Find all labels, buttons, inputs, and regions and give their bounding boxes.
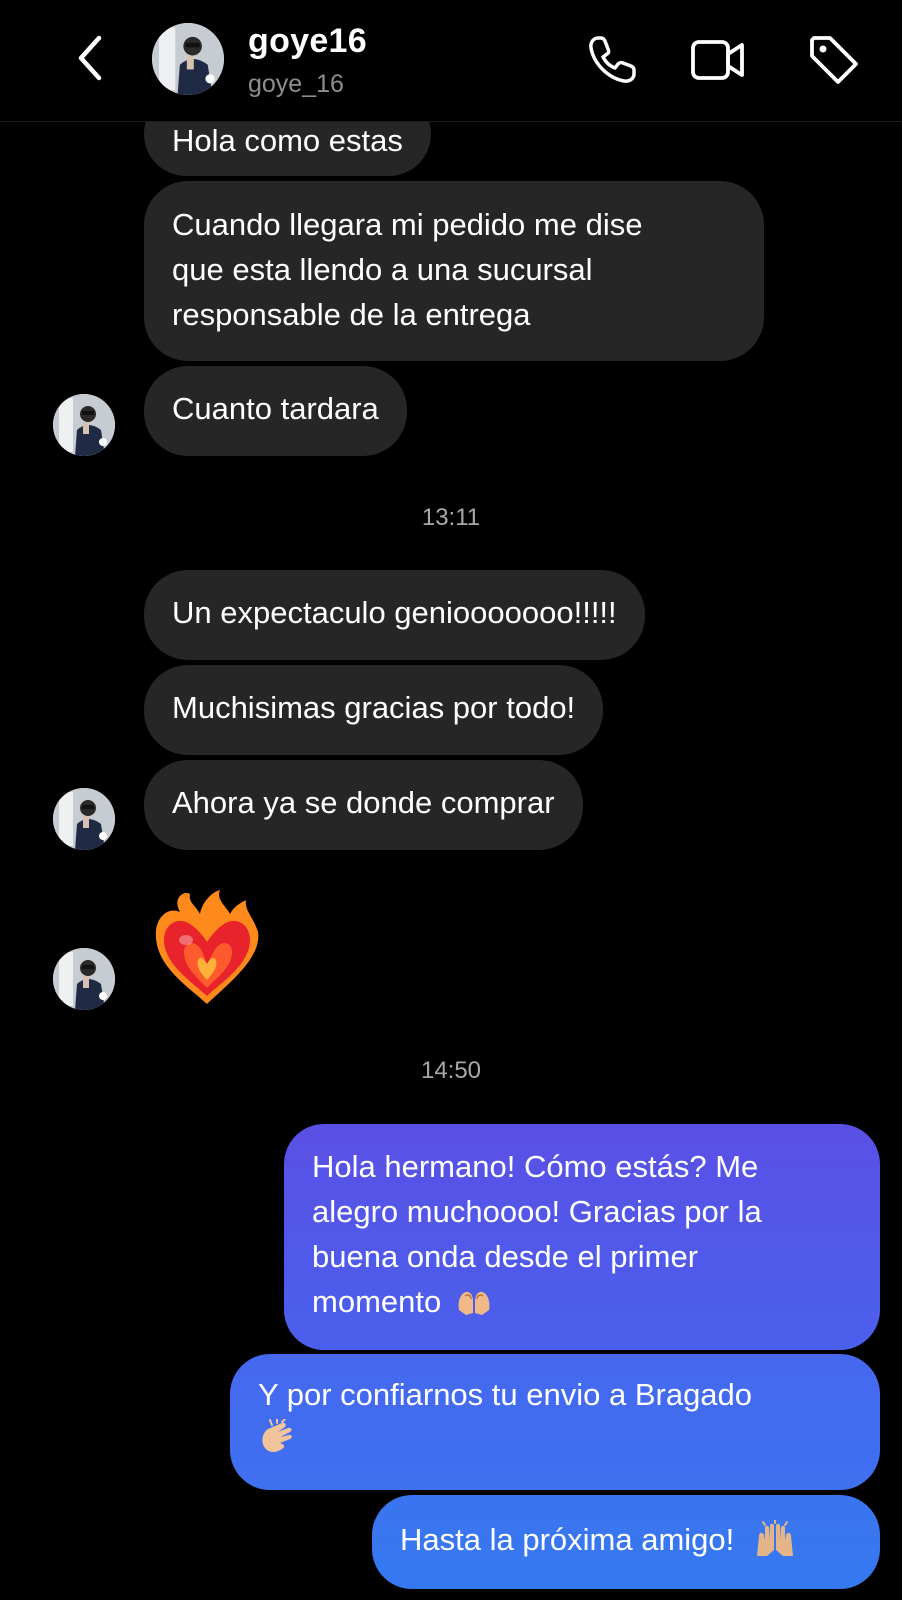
message-text: Hasta la próxima amigo! <box>400 1522 735 1557</box>
message-bubble-incoming[interactable]: Un expectaculo geniooooooo!!!!! <box>144 570 645 660</box>
heart-on-fire-icon <box>155 890 259 1004</box>
video-call-button[interactable] <box>688 30 748 90</box>
clapping-hands-emoji-icon <box>262 1419 292 1452</box>
message-bubble-incoming[interactable]: Cuando llegara mi pedido me dise que est… <box>144 181 764 361</box>
video-camera-icon <box>691 40 744 80</box>
message-text: Muchisimas gracias por todo! <box>172 690 576 725</box>
profile-avatar[interactable] <box>152 23 224 95</box>
sender-avatar[interactable] <box>53 948 115 1010</box>
tag-button[interactable] <box>804 30 864 90</box>
phone-icon <box>589 36 636 83</box>
message-text-line: buena onda desde el primer <box>312 1239 699 1274</box>
message-text: Hola como estas <box>172 123 403 158</box>
timestamp: 13:11 <box>421 504 481 531</box>
profile-handle: goye_16 <box>248 70 344 98</box>
message-text: Cuanto tardara <box>172 391 379 426</box>
call-button[interactable] <box>582 30 642 90</box>
message-bubble-outgoing[interactable]: Hasta la próxima amigo! <box>372 1495 880 1589</box>
profile-name[interactable]: goye16 <box>248 22 367 61</box>
heart-hands-emoji-icon <box>458 1291 490 1315</box>
message-text-line: Hola hermano! Cómo estás? Me <box>312 1149 759 1184</box>
message-bubble-incoming[interactable]: Muchisimas gracias por todo! <box>144 665 604 755</box>
message-text: Ahora ya se donde comprar <box>172 785 555 820</box>
sender-avatar[interactable] <box>53 394 115 456</box>
message-text-line: que esta llendo a una sucursal <box>172 252 593 287</box>
message-text: Un expectaculo geniooooooo!!!!! <box>172 595 617 630</box>
sender-avatar[interactable] <box>53 788 115 850</box>
message-text-line: Cuando llegara mi pedido me dise <box>172 207 643 242</box>
message-bubble-incoming[interactable]: Ahora ya se donde comprar <box>144 760 583 850</box>
message-bubble-outgoing[interactable]: Hola hermano! Cómo estás? Me alegro much… <box>284 1124 880 1350</box>
timestamp: 14:50 <box>420 1057 482 1084</box>
raising-hands-emoji-icon <box>756 1520 793 1556</box>
message-text-line: momento <box>312 1284 442 1319</box>
message-text-line: alegro muchoooo! Gracias por la <box>312 1194 762 1229</box>
message-text-line: Y por confiarnos tu envio a Bragado <box>258 1377 753 1412</box>
back-button[interactable] <box>62 28 118 88</box>
message-bubble-outgoing[interactable]: Y por confiarnos tu envio a Bragado <box>230 1354 880 1490</box>
message-bubble-incoming[interactable]: Cuanto tardara <box>144 366 407 456</box>
tag-icon <box>810 36 858 84</box>
chat-header: goye16 goye_16 <box>0 0 902 122</box>
back-icon <box>78 35 102 81</box>
message-text-line: responsable de la entrega <box>172 297 531 332</box>
heart-on-fire-emoji[interactable] <box>150 888 264 1006</box>
